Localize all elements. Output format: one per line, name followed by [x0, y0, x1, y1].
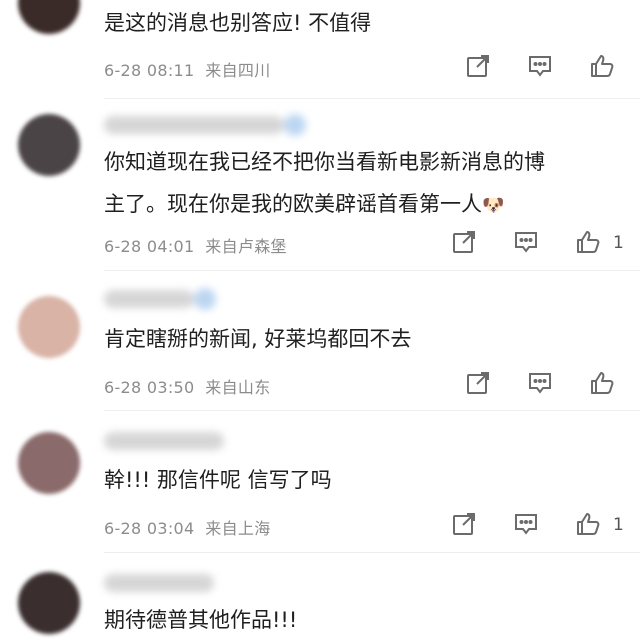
divider: [104, 552, 640, 553]
avatar[interactable]: [18, 572, 80, 634]
username[interactable]: [104, 114, 306, 136]
comment-actions: [464, 369, 640, 401]
comment-text: 你知道现在我已经不把你当看新电影新消息的博 主了。现在你是我的欧美辟谣首看第一人…: [104, 150, 545, 216]
comment-location: 来自四川: [205, 61, 271, 80]
comment-text: 肯定瞎掰的新闻, 好莱坞都回不去: [104, 327, 412, 351]
comment-meta: 6-28 08:11 来自四川: [104, 57, 271, 81]
comment-actions: 1: [450, 510, 640, 542]
comment-text: 是这的消息也别答应! 不值得: [104, 11, 372, 35]
dog-emoji-icon: 🐶: [482, 195, 505, 216]
share-icon[interactable]: [450, 228, 480, 258]
comment-text: 幹!!! 那信件呢 信写了吗: [104, 468, 332, 492]
comment-icon[interactable]: [526, 52, 556, 82]
verified-badge-icon: [194, 288, 216, 310]
comment-actions: 1: [450, 228, 640, 260]
share-icon[interactable]: [450, 510, 480, 540]
username[interactable]: [104, 574, 214, 592]
comment-location: 来自卢森堡: [205, 237, 287, 256]
like-count: 1: [613, 233, 624, 253]
comment-icon[interactable]: [526, 369, 556, 399]
like-count: 1: [613, 515, 624, 535]
comment-time: 6-28 03:04: [104, 519, 195, 538]
thumbs-up-icon[interactable]: [588, 369, 618, 399]
comment-icon[interactable]: [512, 510, 542, 540]
comment-meta: 6-28 04:01 来自卢森堡: [104, 233, 287, 257]
comment-text: 期待德普其他作品!!!: [104, 608, 298, 632]
divider: [104, 98, 640, 99]
verified-badge-icon: [284, 114, 306, 136]
comment-meta: 6-28 03:50 来自山东: [104, 374, 271, 398]
avatar[interactable]: [18, 0, 80, 34]
comment-time: 6-28 08:11: [104, 61, 195, 80]
avatar[interactable]: [18, 432, 80, 494]
share-icon[interactable]: [464, 369, 494, 399]
thumbs-up-icon[interactable]: [574, 228, 604, 258]
comment-time: 6-28 03:50: [104, 378, 195, 397]
comment-location: 来自上海: [205, 519, 271, 538]
divider: [104, 270, 640, 271]
comment-meta: 6-28 03:04 来自上海: [104, 515, 271, 539]
username[interactable]: [104, 288, 216, 310]
comment-location: 来自山东: [205, 378, 271, 397]
thumbs-up-icon[interactable]: [588, 52, 618, 82]
divider: [104, 410, 640, 411]
comment-actions: [464, 52, 640, 84]
share-icon[interactable]: [464, 52, 494, 82]
comment-icon[interactable]: [512, 228, 542, 258]
avatar[interactable]: [18, 114, 80, 176]
comment-time: 6-28 04:01: [104, 237, 195, 256]
thumbs-up-icon[interactable]: [574, 510, 604, 540]
username[interactable]: [104, 432, 224, 450]
avatar[interactable]: [18, 296, 80, 358]
